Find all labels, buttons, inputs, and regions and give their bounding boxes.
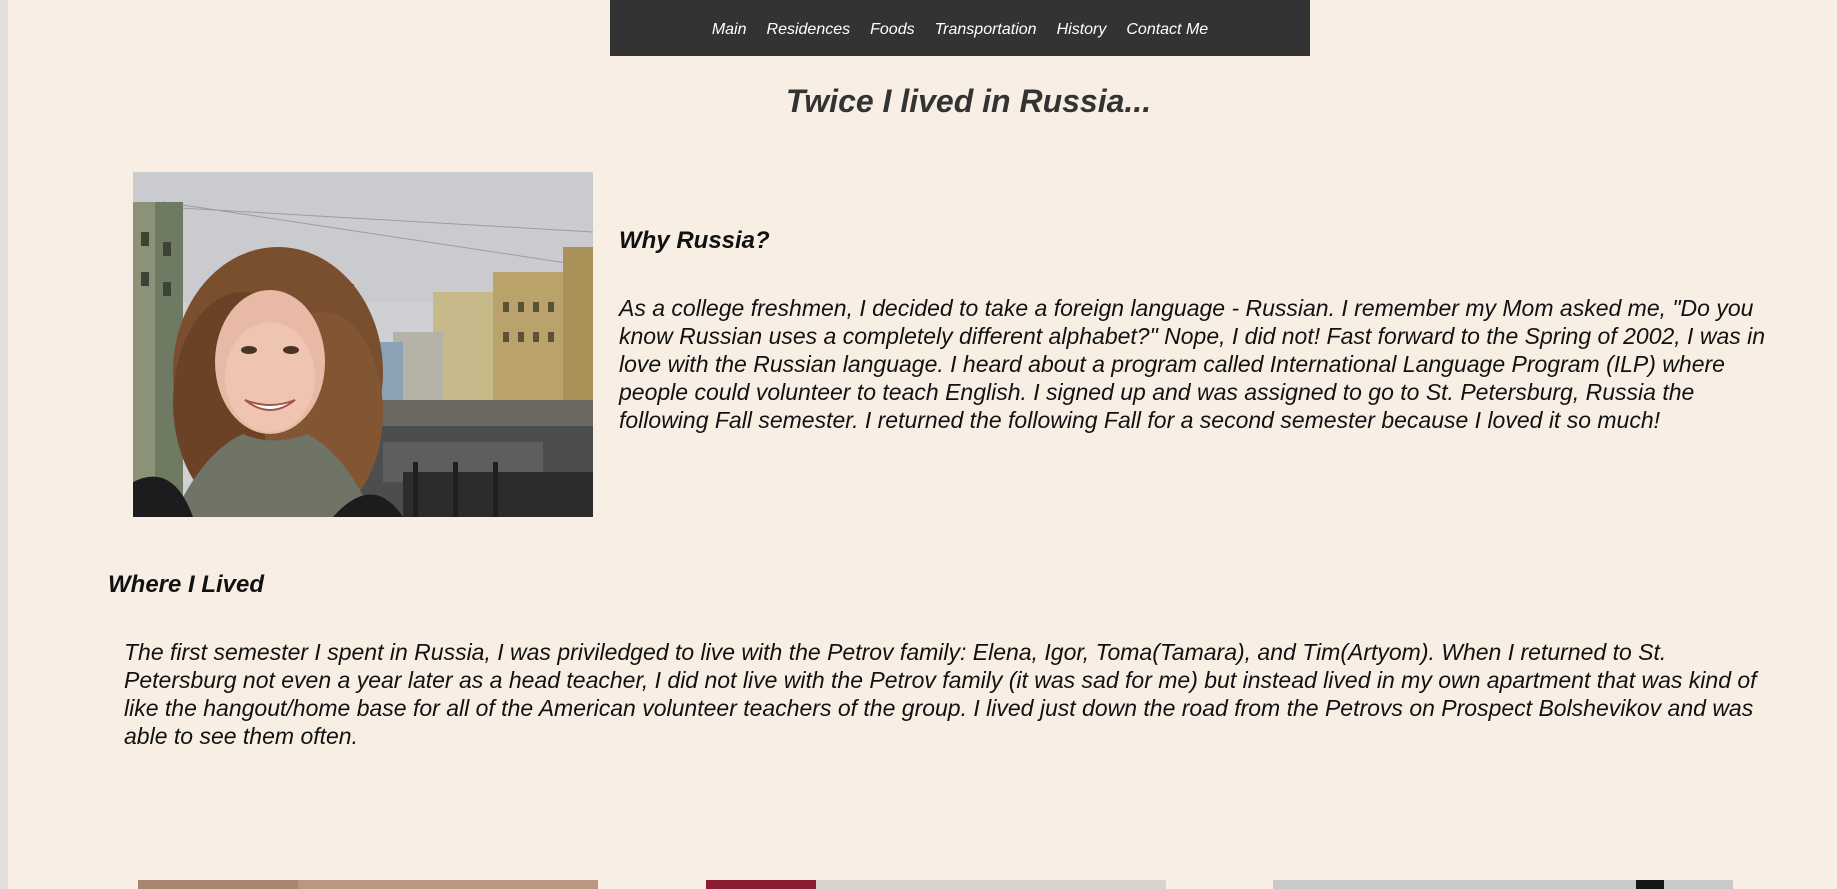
nav-main-link[interactable]: Main [712,21,747,39]
nav-history-link[interactable]: History [1057,21,1107,39]
page-edge-strip [0,0,8,889]
top-navigation: Main Residences Foods Transportation His… [610,0,1310,56]
where-i-lived-heading: Where I Lived [108,571,265,598]
where-i-lived-paragraph: The first semester I spent in Russia, I … [124,639,1757,749]
why-russia-heading: Why Russia? [619,227,770,254]
portrait-canal-photo [133,172,593,517]
nav-foods-link[interactable]: Foods [870,21,914,39]
residence-photo-1 [138,878,598,889]
nav-contact-link[interactable]: Contact Me [1126,21,1208,39]
page-title: Twice I lived in Russia... [785,83,1152,119]
residence-photo-3 [1273,878,1733,889]
nav-residences-link[interactable]: Residences [767,21,851,39]
residence-photo-2 [706,878,1166,889]
why-russia-paragraph: As a college freshmen, I decided to take… [619,295,1766,433]
nav-transportation-link[interactable]: Transportation [935,21,1037,39]
